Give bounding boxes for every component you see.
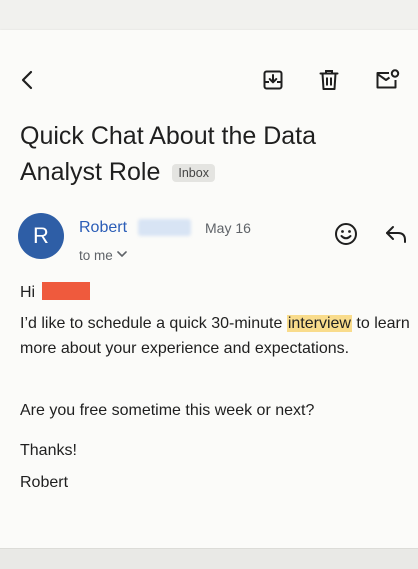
- highlighted-keyword: interview: [286, 315, 352, 332]
- chevron-down-icon: [116, 246, 127, 261]
- email-paragraph-2: Are you free sometime this week or next?: [20, 402, 315, 419]
- email-date: May 16: [205, 220, 251, 236]
- back-button[interactable]: [12, 65, 42, 95]
- sender-avatar[interactable]: R: [18, 213, 64, 259]
- email-greeting: Hi: [20, 280, 90, 305]
- sender-name[interactable]: Robert: [79, 219, 127, 237]
- archive-button[interactable]: [258, 65, 288, 95]
- reply-icon: [384, 223, 408, 245]
- email-subject: Quick Chat About the Data Analyst Role In…: [20, 118, 320, 190]
- reply-button[interactable]: [381, 219, 411, 249]
- inbox-label-badge[interactable]: Inbox: [172, 164, 215, 182]
- greeting-text: Hi: [20, 284, 36, 301]
- email-closing: Thanks!: [20, 442, 77, 459]
- bottom-strip: [0, 548, 418, 569]
- recipients-toggle[interactable]: to me: [79, 246, 127, 263]
- arrow-back-icon: [16, 69, 38, 91]
- delete-button[interactable]: [314, 65, 344, 95]
- email-signature: Robert: [20, 474, 69, 491]
- recipients-text: to me: [79, 248, 113, 263]
- trash-icon: [317, 68, 341, 92]
- mark-unread-icon: [374, 68, 400, 92]
- email-paragraph-1: I’d like to schedule a quick 30-minute i…: [20, 311, 418, 361]
- mark-unread-button[interactable]: [372, 65, 402, 95]
- subject-text: Quick Chat About the Data Analyst Role: [20, 122, 317, 186]
- emoji-reaction-button[interactable]: [331, 219, 361, 249]
- paragraph-text: I’d like to schedule a quick 30-minute: [20, 315, 287, 332]
- redacted-surname: [138, 219, 191, 236]
- top-strip: [0, 0, 418, 30]
- archive-icon: [261, 68, 285, 92]
- smiley-icon: [334, 222, 358, 246]
- redacted-recipient-name: [41, 282, 90, 300]
